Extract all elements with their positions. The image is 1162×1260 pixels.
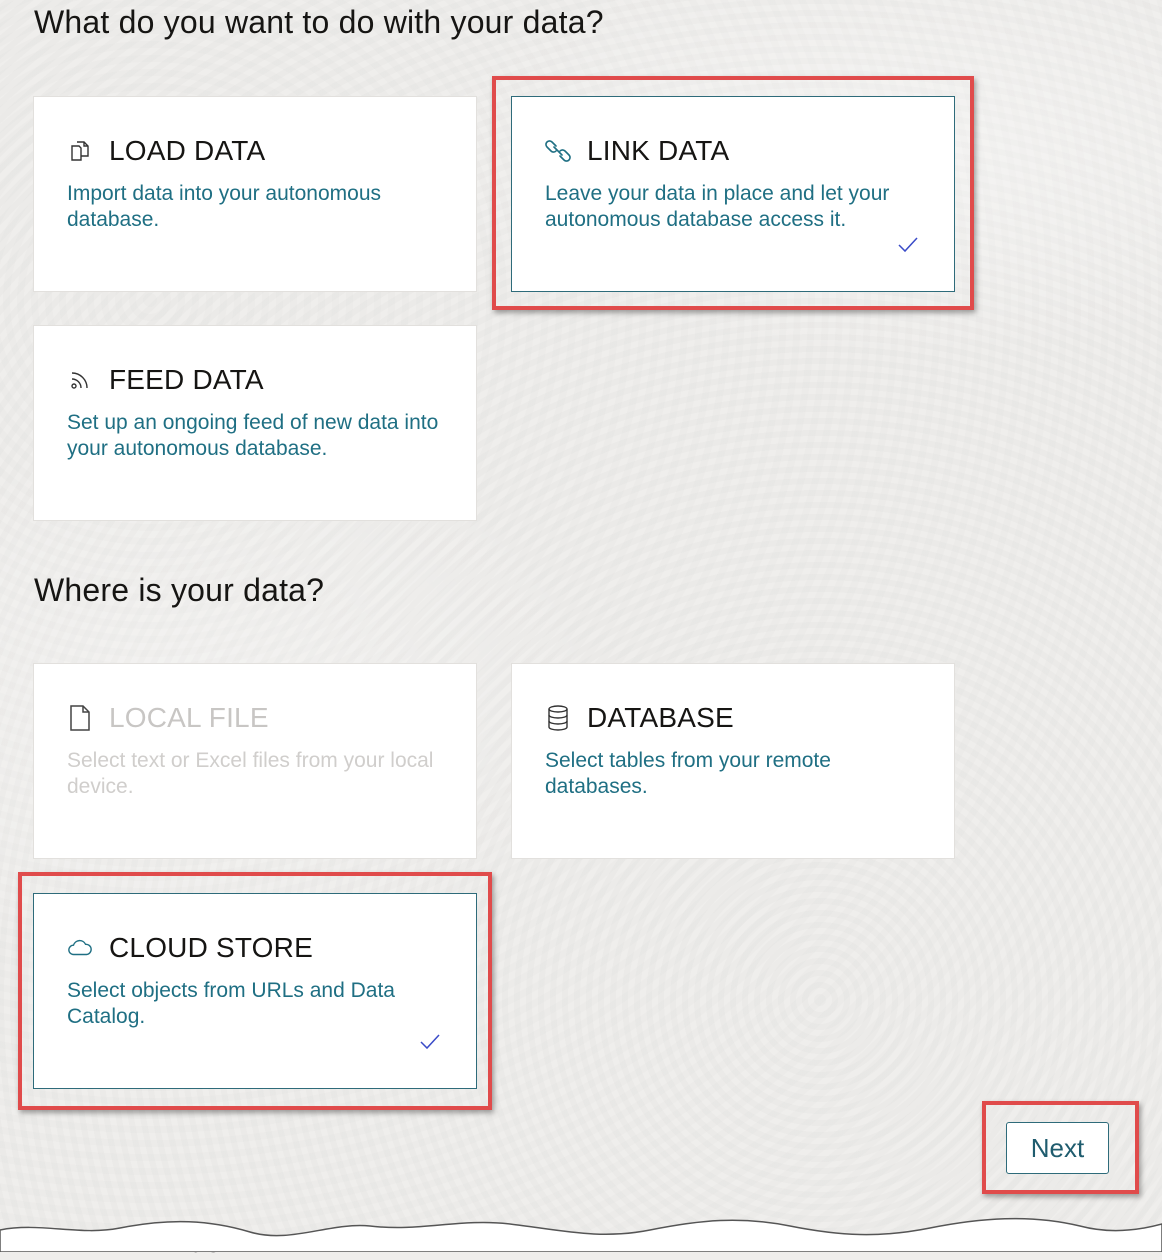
document-stack-icon bbox=[67, 138, 93, 164]
database-card[interactable]: DATABASE Select tables from your remote … bbox=[511, 663, 955, 859]
local-file-card: LOCAL FILE Select text or Excel files fr… bbox=[33, 663, 477, 859]
database-title: DATABASE bbox=[587, 702, 734, 733]
file-icon bbox=[67, 705, 93, 731]
link-data-highlight bbox=[492, 76, 974, 310]
load-data-description: Import data into your autonomous databas… bbox=[67, 182, 382, 231]
feed-data-description: Set up an ongoing feed of new data into … bbox=[67, 411, 439, 460]
database-icon bbox=[545, 705, 571, 731]
source-heading: Where is your data? bbox=[34, 572, 325, 608]
action-heading: What do you want to do with your data? bbox=[34, 4, 604, 40]
torn-edge bbox=[0, 1217, 1162, 1252]
load-data-title: LOAD DATA bbox=[109, 135, 266, 166]
local-file-description: Select text or Excel files from your loc… bbox=[67, 749, 434, 798]
feed-data-title: FEED DATA bbox=[109, 364, 264, 395]
local-file-title: LOCAL FILE bbox=[109, 702, 269, 733]
load-data-card[interactable]: LOAD DATA Import data into your autonomo… bbox=[33, 96, 477, 292]
next-highlight bbox=[982, 1101, 1139, 1194]
feed-icon bbox=[67, 367, 93, 393]
cloud-store-highlight bbox=[18, 872, 492, 1110]
database-description: Select tables from your remote databases… bbox=[545, 749, 831, 798]
feed-data-card[interactable]: FEED DATA Set up an ongoing feed of new … bbox=[33, 325, 477, 521]
